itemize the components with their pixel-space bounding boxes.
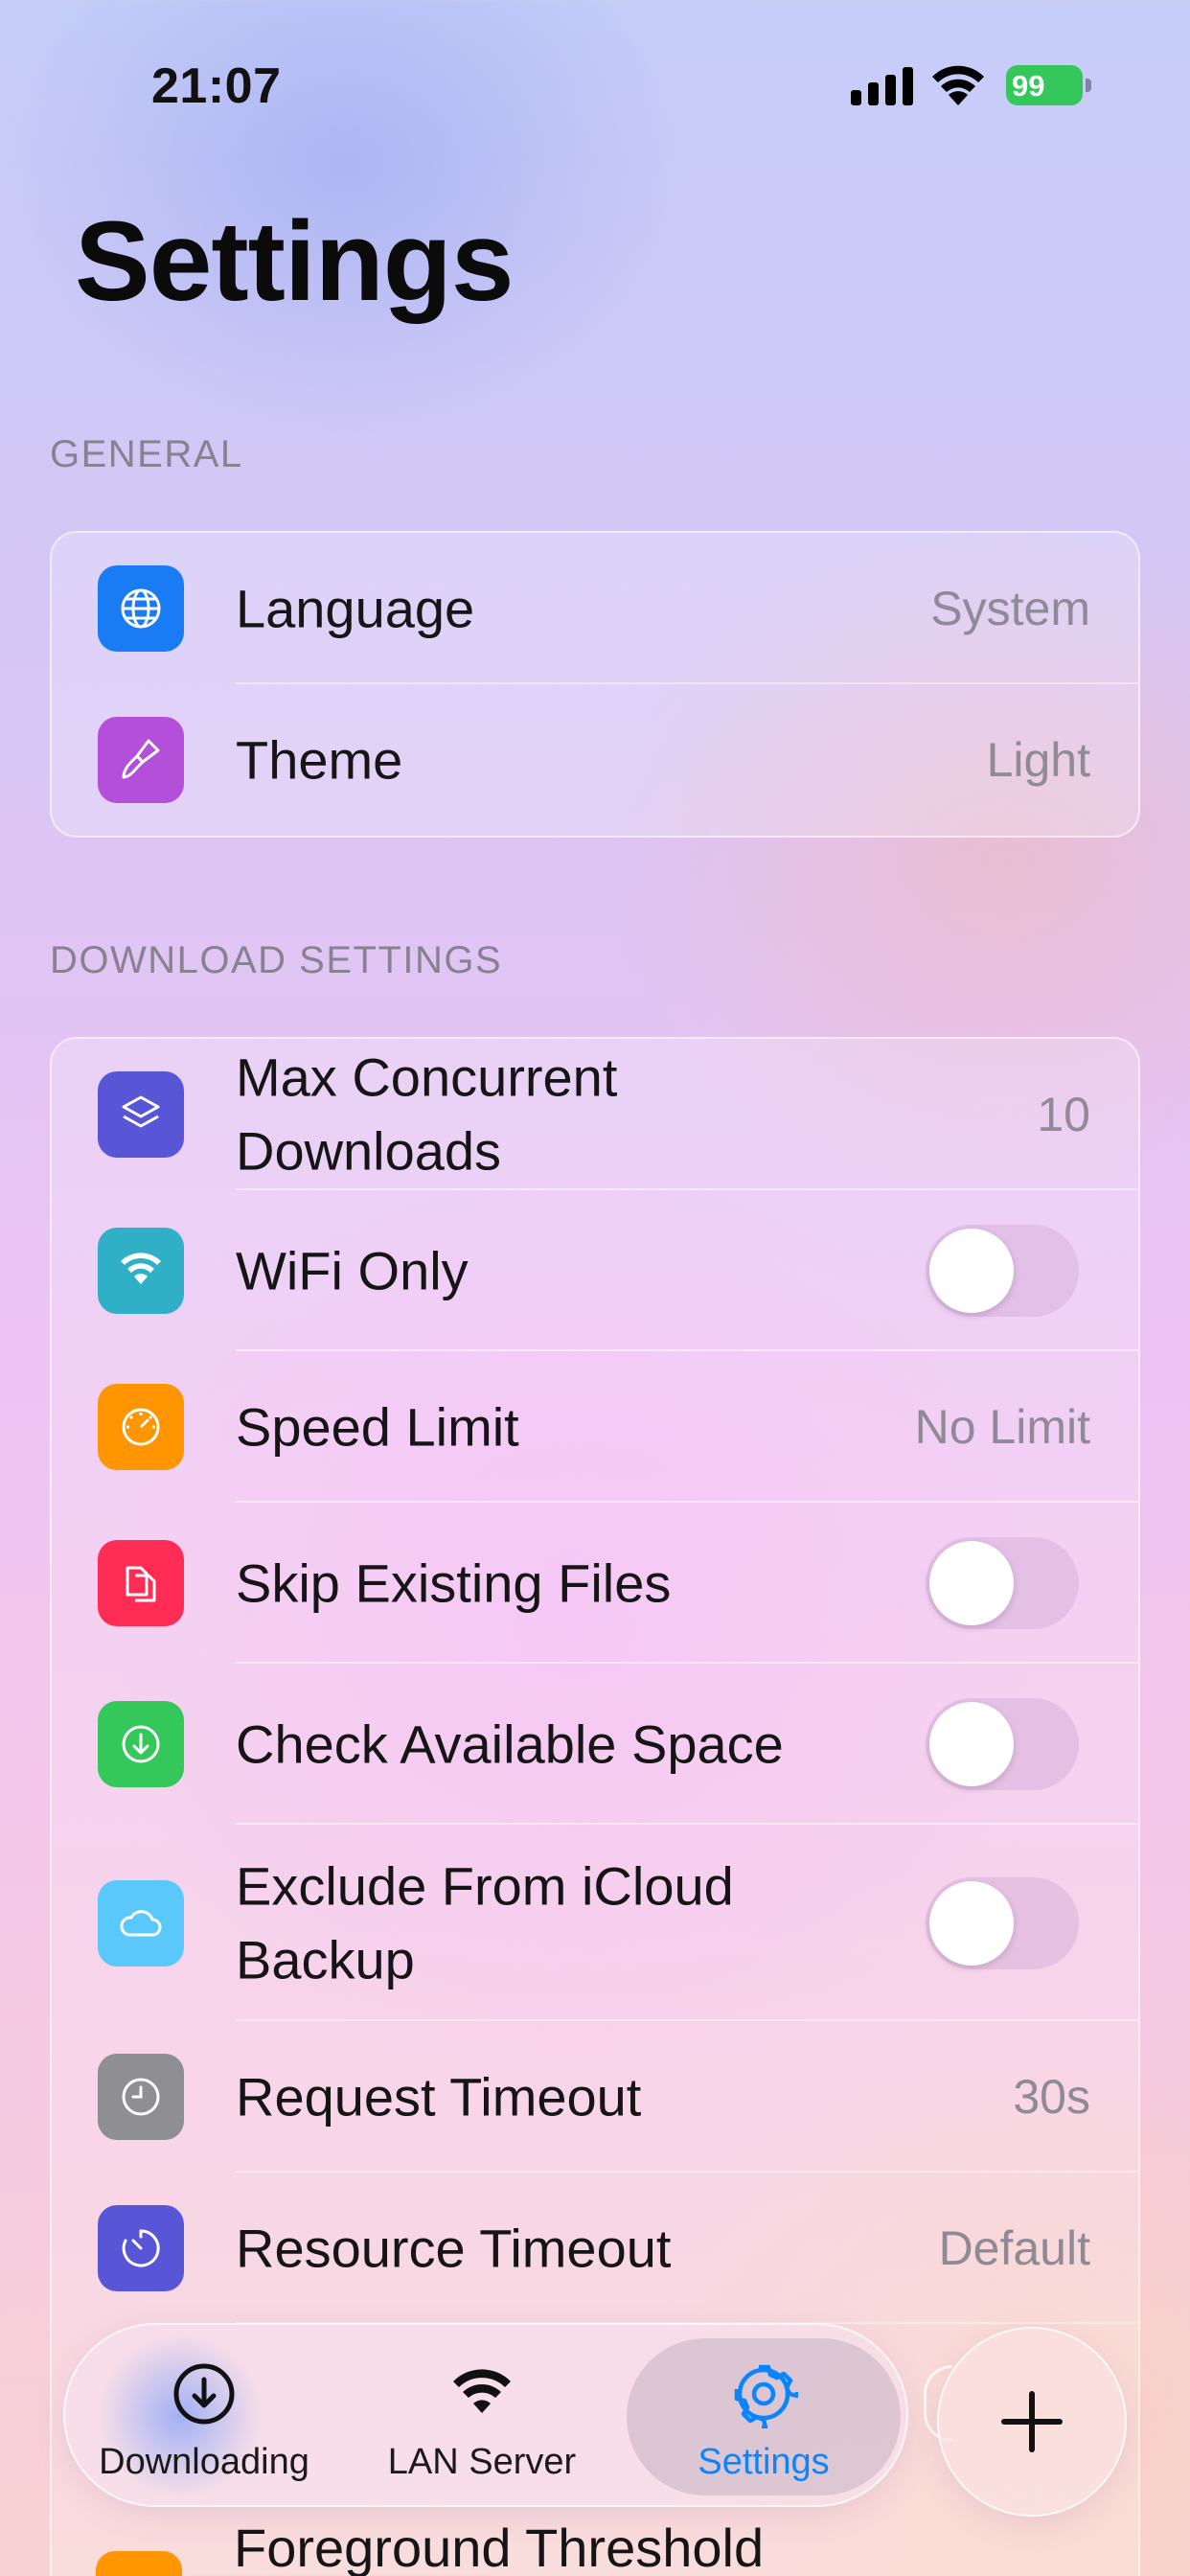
cellular-signal-icon xyxy=(851,67,913,105)
threshold-icon xyxy=(96,2551,182,2576)
wifi-only-row: WiFi Only xyxy=(52,1190,1138,1351)
skip-existing-row: Skip Existing Files xyxy=(52,1503,1138,1664)
foreground-threshold-label: Foreground Threshold xyxy=(234,2518,765,2576)
speed-limit-label: Speed Limit xyxy=(236,1396,519,1458)
plus-icon xyxy=(1001,2391,1063,2452)
page-title: Settings xyxy=(75,198,514,325)
toggle-knob xyxy=(929,1541,1014,1625)
tab-downloading[interactable]: Downloading xyxy=(75,2325,333,2509)
wifi-icon xyxy=(453,2369,511,2413)
max-concurrent-label: Max Concurrent Downloads xyxy=(236,1046,618,1182)
section-header-general: GENERAL xyxy=(50,433,243,475)
tab-bar: Downloading LAN Server Settings xyxy=(63,2323,908,2507)
globe-icon xyxy=(98,565,184,652)
add-button[interactable] xyxy=(937,2327,1127,2517)
status-time: 21:07 xyxy=(151,58,282,114)
check-space-toggle[interactable] xyxy=(926,1698,1079,1790)
max-concurrent-row[interactable]: Max Concurrent Downloads 10 xyxy=(52,1039,1138,1190)
request-timeout-label: Request Timeout xyxy=(236,2066,642,2128)
exclude-icloud-label: Exclude From iCloud Backup xyxy=(236,1855,734,1990)
check-space-label: Check Available Space xyxy=(236,1714,784,1775)
battery-charging-icon: 99 xyxy=(1006,65,1092,105)
timer-icon xyxy=(98,2205,184,2291)
check-space-row: Check Available Space xyxy=(52,1664,1138,1825)
tab-label: Downloading xyxy=(99,2442,309,2482)
skip-existing-label: Skip Existing Files xyxy=(236,1552,672,1614)
toggle-knob xyxy=(929,1229,1014,1313)
section-header-download: DOWNLOAD SETTINGS xyxy=(50,939,503,981)
language-value: System xyxy=(930,582,1090,635)
wifi-icon xyxy=(98,1228,184,1314)
resource-timeout-value: Default xyxy=(938,2221,1090,2275)
tab-label: LAN Server xyxy=(387,2442,577,2482)
theme-value: Light xyxy=(986,733,1090,787)
wifi-icon xyxy=(932,65,984,105)
resource-timeout-row[interactable]: Resource Timeout Default xyxy=(52,2173,1138,2324)
tab-label: Settings xyxy=(698,2442,830,2482)
download-circle-icon xyxy=(173,2363,235,2425)
gear-icon xyxy=(734,2364,798,2428)
status-bar: 21:07 99 xyxy=(0,0,1190,172)
toggle-knob xyxy=(929,1702,1014,1786)
resource-timeout-label: Resource Timeout xyxy=(236,2218,672,2279)
documents-icon xyxy=(98,1540,184,1626)
tab-lan-server[interactable]: LAN Server xyxy=(353,2325,611,2509)
speed-limit-row[interactable]: Speed Limit No Limit xyxy=(52,1351,1138,1503)
exclude-icloud-row: Exclude From iCloud Backup xyxy=(52,1825,1138,2021)
wifi-only-toggle[interactable] xyxy=(926,1225,1079,1317)
tab-settings[interactable]: Settings xyxy=(627,2338,901,2496)
toggle-knob xyxy=(929,1880,1014,1966)
layers-icon xyxy=(98,1071,184,1158)
download-circle-icon xyxy=(98,1701,184,1787)
language-row[interactable]: Language System xyxy=(52,533,1138,684)
skip-existing-toggle[interactable] xyxy=(926,1537,1079,1629)
request-timeout-row[interactable]: Request Timeout 30s xyxy=(52,2021,1138,2173)
paintbrush-icon xyxy=(98,717,184,803)
theme-row[interactable]: Theme Light xyxy=(52,684,1138,836)
battery-cap xyxy=(1086,79,1091,92)
exclude-icloud-toggle[interactable] xyxy=(926,1876,1079,1969)
general-card: Language System Theme Light xyxy=(50,531,1140,838)
foreground-threshold-row[interactable]: Foreground Threshold xyxy=(50,2507,1140,2576)
speed-limit-value: No Limit xyxy=(914,1400,1090,1454)
max-concurrent-value: 10 xyxy=(1037,1088,1090,1141)
theme-label: Theme xyxy=(236,729,403,791)
wifi-only-label: WiFi Only xyxy=(236,1240,469,1301)
battery-level: 99 xyxy=(1012,69,1045,103)
request-timeout-value: 30s xyxy=(1013,2070,1090,2124)
cloud-icon xyxy=(98,1879,184,1966)
speedometer-icon xyxy=(98,1384,184,1470)
clock-icon xyxy=(98,2054,184,2140)
language-label: Language xyxy=(236,578,475,639)
